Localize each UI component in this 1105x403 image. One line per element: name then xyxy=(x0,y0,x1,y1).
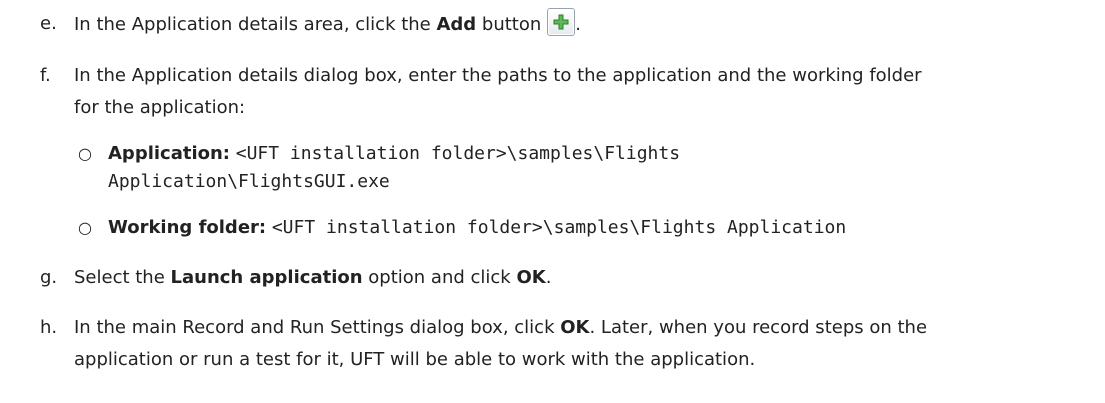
step-marker: f. xyxy=(40,65,51,86)
application-path-cont: Application\FlightsGUI.exe xyxy=(108,171,390,192)
document-page: e. In the Application details area, clic… xyxy=(0,0,1105,403)
step-f: f. In the Application details dialog box… xyxy=(40,60,1091,124)
application-label: Application: xyxy=(108,143,231,164)
application-path: <UFT installation folder>\samples\Flight… xyxy=(235,143,681,164)
step-text: In the Application details dialog box, e… xyxy=(74,65,922,118)
step-text: Select the Launch application option and… xyxy=(74,267,552,288)
step-text: In the main Record and Run Settings dial… xyxy=(74,317,928,370)
step-g: g. Select the Launch application option … xyxy=(40,262,1091,294)
ok-label: OK xyxy=(560,317,590,338)
bullet-icon: ○ xyxy=(78,218,92,237)
bullet-icon: ○ xyxy=(78,144,92,163)
ok-label: OK xyxy=(516,267,546,288)
working-folder-label: Working folder: xyxy=(108,217,267,238)
step-h: h. In the main Record and Run Settings d… xyxy=(40,312,1091,376)
working-folder-path: <UFT installation folder>\samples\Flight… xyxy=(271,217,847,238)
step-marker: g. xyxy=(40,267,58,288)
subitem-application: ○ Application: <UFT installation folder>… xyxy=(78,140,1091,196)
add-plus-icon xyxy=(547,8,576,36)
step-e: e. In the Application details area, clic… xyxy=(40,8,1091,41)
step-marker: h. xyxy=(40,317,58,338)
step-marker: e. xyxy=(40,13,57,34)
add-label: Add xyxy=(436,14,477,35)
subitem-working-folder: ○ Working folder: <UFT installation fold… xyxy=(78,214,1091,242)
launch-application-label: Launch application xyxy=(170,267,363,288)
step-text: In the Application details area, click t… xyxy=(74,8,1091,41)
